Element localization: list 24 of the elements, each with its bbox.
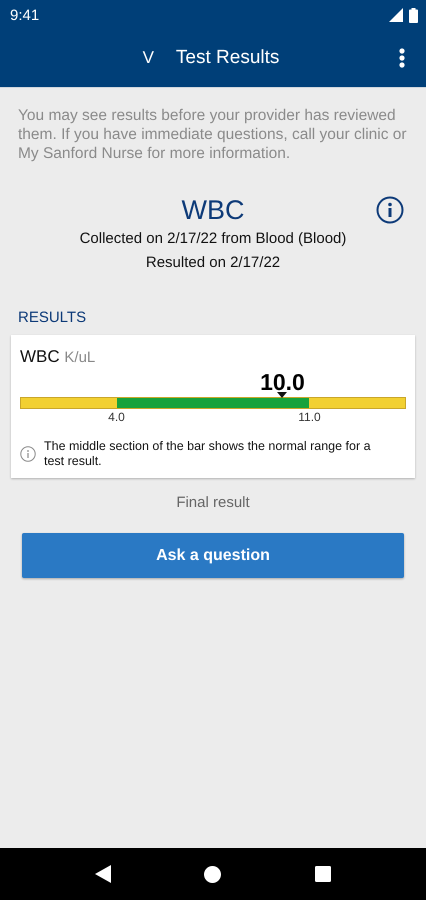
- high-limit: 11.0: [298, 410, 321, 424]
- section-label: RESULTS: [18, 309, 88, 326]
- app-logo: V: [142, 48, 154, 68]
- collected-text: Collected on 2/17/22 from Blood (Blood): [78, 229, 348, 249]
- ask-question-button[interactable]: Ask a question: [22, 533, 404, 578]
- status-time: 9:41: [10, 6, 40, 24]
- signal-icon: [389, 8, 403, 22]
- info-icon[interactable]: [376, 196, 404, 224]
- result-value: 10.0: [260, 369, 305, 396]
- battery-icon: [409, 8, 418, 22]
- result-name: WBC: [20, 347, 60, 366]
- info-icon: [20, 446, 36, 462]
- result-status: Final result: [175, 494, 251, 511]
- page-title: Test Results: [176, 47, 280, 69]
- recents-icon[interactable]: [315, 866, 332, 882]
- test-name: WBC: [182, 194, 244, 226]
- more-options-icon[interactable]: [399, 48, 405, 68]
- resulted-text: Resulted on 2/17/22: [144, 253, 282, 273]
- note-text: The middle section of the bar shows the normal range for a test result.: [44, 439, 372, 469]
- result-unit: K/uL: [64, 349, 96, 366]
- home-icon[interactable]: [204, 866, 222, 882]
- back-icon[interactable]: [94, 865, 111, 883]
- notice-text: You may see results before your provider has reviewed them. If you have immediate questions, call your clinic or My Sanford Nurse for more information.: [18, 106, 408, 163]
- low-limit: 4.0: [108, 410, 125, 424]
